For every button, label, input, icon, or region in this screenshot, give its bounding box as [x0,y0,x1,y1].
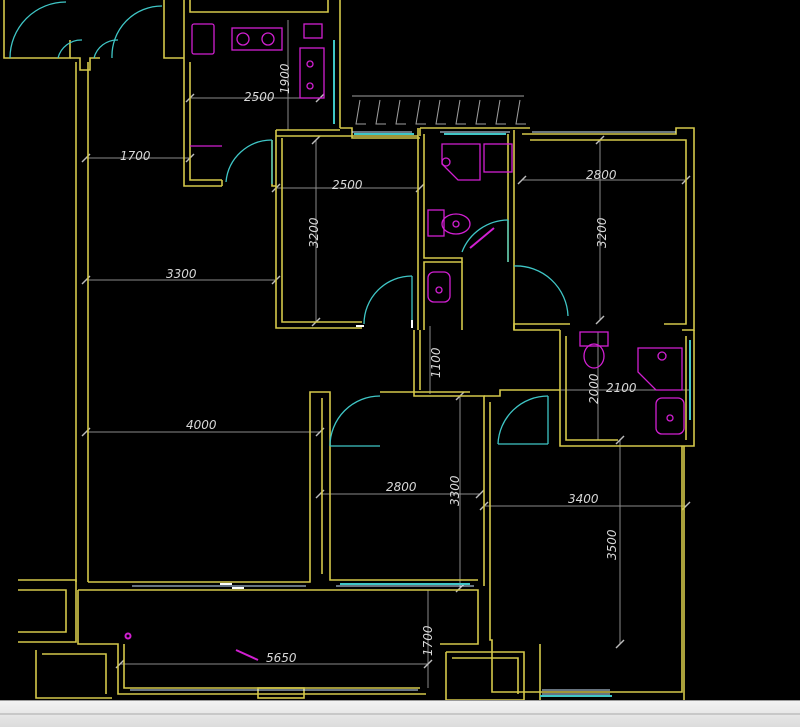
dim-bedroom-se-width: 3400 [568,492,599,506]
window-hatch [352,95,526,125]
dim-bath-e-height: 2000 [587,373,601,404]
floor-plan-drawing: 1900 2500 1700 2500 3200 3300 2800 3200 … [3,0,695,700]
dim-bedroom-se-height: 3500 [605,529,619,560]
dim-bedroom-e-height: 3200 [595,217,609,248]
windows [130,131,676,695]
dim-kitchen-height: 1900 [278,63,292,94]
dim-passage-height: 1100 [429,347,443,378]
dim-bedroom-n-width: 2500 [332,178,363,192]
dim-bedroom-n-height: 3200 [307,217,321,248]
dim-corridor-width: 1700 [120,149,151,163]
dim-bedroom-s-width: 2800 [386,480,417,494]
dim-bedroom-s-height: 3300 [448,475,462,506]
status-bar-groove [0,713,800,715]
dim-kitchen-width: 2500 [244,90,275,104]
status-bar [0,700,800,727]
jamb-marks [220,320,413,589]
dim-balcony-width: 5650 [266,651,297,665]
cad-viewport[interactable]: 1900 2500 1700 2500 3200 3300 2800 3200 … [0,0,800,700]
dim-balcony-height: 1700 [421,625,435,656]
walls [3,0,695,700]
dim-living-width-upper: 3300 [166,267,197,281]
dim-bath-e-width: 2100 [606,381,637,395]
dim-living-width-lower: 4000 [186,418,217,432]
dimension-lines [86,20,690,688]
dim-bedroom-e-width: 2800 [586,168,617,182]
